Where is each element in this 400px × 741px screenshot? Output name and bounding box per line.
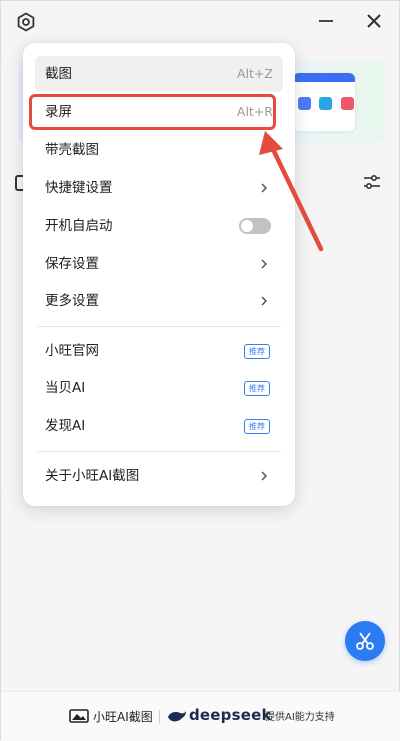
menu-item-label: 小旺官网 [45, 343, 99, 359]
highlight-box [29, 94, 276, 130]
annotation-arrow-icon [259, 131, 324, 252]
scissors-icon [356, 632, 374, 650]
menu-item-label: 保存设置 [45, 256, 99, 272]
support-text: 提供AI能力支持 [265, 712, 335, 723]
minimize-button[interactable] [316, 11, 336, 31]
menu-item-label: 发现AI [45, 418, 86, 434]
settings-button[interactable] [15, 11, 37, 33]
sliders-icon [364, 174, 380, 190]
title-bar [1, 1, 400, 41]
menu-item-official-site[interactable]: 小旺官网 推荐 [35, 333, 283, 369]
app-logo-icon [69, 709, 89, 723]
menu-item-label: 截图 [45, 66, 72, 82]
deepseek-logo-icon [168, 711, 186, 722]
menu-item-discover-ai[interactable]: 发现AI 推荐 [35, 408, 283, 444]
chevron-right-icon [261, 259, 268, 269]
app-window: 小旺AI截图 deepseek 提供AI能力支持 截图 Alt+Z 录屏 Alt… [0, 0, 400, 741]
chevron-right-icon [261, 471, 268, 481]
close-button[interactable] [364, 11, 384, 31]
footer-bar: 小旺AI截图 deepseek 提供AI能力支持 [1, 691, 400, 741]
menu-item-label: 更多设置 [45, 293, 99, 309]
app-name: 小旺AI截图 [93, 710, 153, 724]
chevron-right-icon [261, 296, 268, 306]
menu-divider [37, 326, 281, 327]
banner-translate-icon [319, 97, 332, 110]
menu-item-label: 快捷键设置 [45, 180, 113, 196]
menu-divider [37, 451, 281, 452]
menu-item-label: 当贝AI [45, 380, 86, 396]
menu-item-device-frame-screenshot[interactable]: 带壳截图 [35, 132, 283, 168]
menu-item-dangbei-ai[interactable]: 当贝AI 推荐 [35, 370, 283, 406]
menu-item-label: 带壳截图 [45, 142, 99, 158]
footer-divider [159, 710, 160, 724]
menu-item-label: 关于小旺AI截图 [45, 468, 140, 484]
menu-item-hotkey-settings[interactable]: 快捷键设置 [35, 170, 283, 206]
screenshot-fab-button[interactable] [345, 621, 385, 661]
menu-item-launch-at-startup[interactable]: 开机自启动 [35, 208, 283, 244]
shortcut-text: Alt+Z [237, 66, 273, 81]
banner-chat-icon [298, 97, 311, 110]
minimize-icon [319, 20, 333, 22]
toggle-knob [241, 220, 253, 232]
filter-button[interactable] [363, 173, 381, 191]
menu-item-screenshot[interactable]: 截图 Alt+Z [35, 56, 283, 92]
gear-icon [17, 12, 35, 32]
close-icon [367, 14, 381, 28]
recommend-badge: 推荐 [244, 419, 270, 434]
banner-grid-icon [341, 97, 354, 110]
recommend-badge: 推荐 [244, 344, 270, 359]
recommend-badge: 推荐 [244, 381, 270, 396]
menu-item-about[interactable]: 关于小旺AI截图 [35, 458, 283, 494]
menu-item-save-settings[interactable]: 保存设置 [35, 246, 283, 282]
menu-item-label: 开机自启动 [45, 218, 113, 234]
menu-item-more-settings[interactable]: 更多设置 [35, 283, 283, 319]
partner-name: deepseek [189, 706, 272, 724]
